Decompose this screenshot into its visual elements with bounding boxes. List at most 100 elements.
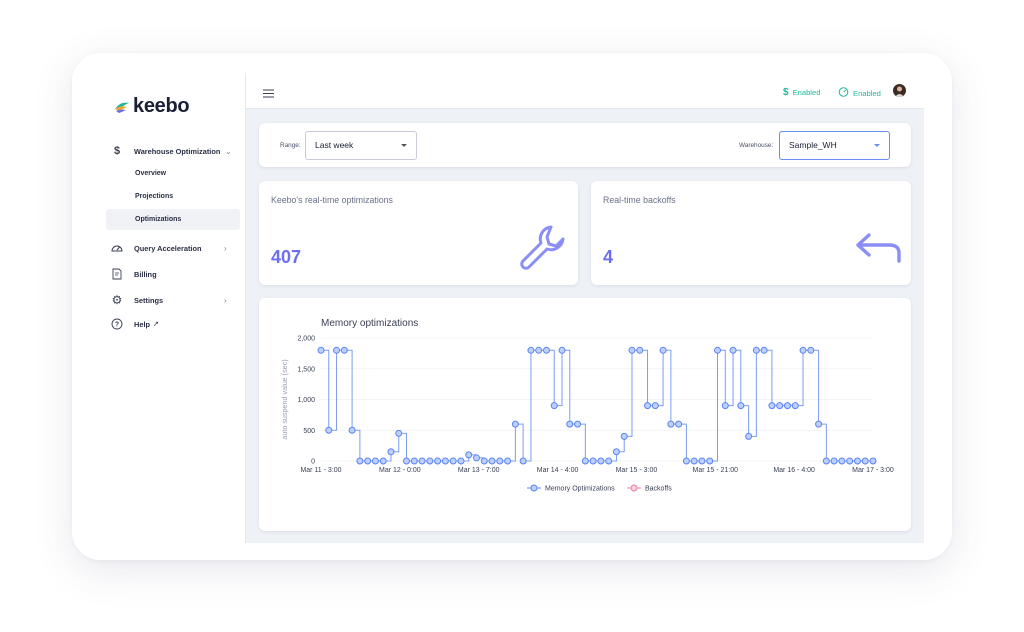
legend-label: Memory Optimizations	[545, 486, 615, 493]
sidebar-item-query-acceleration[interactable]: Query Acceleration ›	[108, 243, 227, 253]
data-point	[698, 457, 706, 465]
dropdown-arrow-icon	[401, 144, 407, 147]
x-tick-label: Mar 15 - 3:00	[616, 467, 658, 474]
card-title: Real-time backoffs	[603, 195, 676, 205]
data-point	[675, 420, 683, 428]
y-tick-label: 0	[311, 459, 315, 466]
data-point	[659, 346, 667, 354]
data-point	[667, 420, 675, 428]
data-point	[441, 457, 449, 465]
data-point	[581, 457, 589, 465]
cost-status[interactable]: $ Enabled	[783, 87, 820, 98]
chevron-right-icon: ›	[224, 243, 227, 253]
legend-swatch-marker	[530, 484, 538, 492]
data-point	[325, 426, 333, 434]
x-tick-label: Mar 12 - 0:00	[379, 467, 421, 474]
keebo-logo-icon	[115, 102, 129, 113]
data-point	[371, 457, 379, 465]
data-point	[364, 457, 372, 465]
range-select[interactable]: Last week	[305, 131, 417, 160]
data-point	[480, 457, 488, 465]
menu-icon[interactable]	[263, 85, 274, 103]
data-point	[737, 402, 745, 410]
legend-swatch-marker	[630, 484, 638, 492]
sidebar-item-warehouse-optimization[interactable]: $ Warehouse Optimization ⌄	[108, 145, 232, 157]
data-point	[644, 402, 652, 410]
data-point	[620, 432, 628, 440]
logo: keebo	[114, 95, 190, 118]
data-point	[760, 346, 768, 354]
gear-icon: ⚙	[111, 293, 123, 307]
data-point	[387, 448, 395, 456]
backoffs-card: Real-time backoffs 4	[591, 181, 911, 285]
data-point	[418, 457, 426, 465]
sidebar-item-label: Billing	[134, 269, 157, 279]
sidebar-item-label: Query Acceleration	[134, 243, 202, 253]
y-tick-label: 2,000	[297, 336, 315, 343]
sidebar-subitem-projections[interactable]: Projections	[135, 193, 173, 200]
data-point	[752, 346, 760, 354]
data-point	[434, 457, 442, 465]
data-point	[379, 457, 387, 465]
avatar[interactable]	[893, 84, 906, 97]
data-point	[706, 457, 714, 465]
sidebar-item-label: Settings	[134, 295, 164, 305]
data-point	[776, 402, 784, 410]
dollar-icon: $	[113, 145, 121, 157]
warehouse-select[interactable]: Sample_WH	[779, 131, 890, 160]
data-point	[395, 429, 403, 437]
performance-status-label: Enabled	[853, 88, 881, 98]
data-point	[535, 346, 543, 354]
data-point	[690, 457, 698, 465]
x-tick-label: Mar 14 - 4:00	[537, 467, 579, 474]
sidebar-item-billing[interactable]: Billing	[108, 268, 157, 280]
sidebar-item-settings[interactable]: ⚙ Settings ›	[108, 293, 227, 307]
data-point	[550, 402, 558, 410]
chevron-down-icon: ⌄	[225, 146, 232, 156]
legend-label: Backoffs	[645, 486, 672, 493]
data-point	[558, 346, 566, 354]
data-point	[574, 420, 582, 428]
sidebar-item-label: Help	[134, 319, 151, 329]
speedometer-icon	[108, 243, 126, 253]
x-tick-label: Mar 17 - 3:00	[852, 467, 894, 474]
sidebar-item-help[interactable]: ? Help ↗	[108, 318, 159, 330]
data-point	[511, 420, 519, 428]
data-point	[527, 346, 535, 354]
sidebar-subitem-optimizations[interactable]: Optimizations	[135, 216, 181, 223]
data-point	[542, 346, 550, 354]
data-point	[869, 457, 877, 465]
help-circle-icon: ?	[108, 318, 126, 330]
top-bar: $ Enabled Enabled	[246, 73, 924, 109]
data-point	[830, 457, 838, 465]
data-point	[783, 402, 791, 410]
data-point	[714, 346, 722, 354]
sidebar-item-label: Warehouse Optimization	[134, 146, 221, 156]
logo-text: keebo	[133, 95, 190, 117]
wrench-icon	[520, 225, 565, 270]
external-link-icon: ↗	[153, 321, 159, 328]
performance-status[interactable]: Enabled	[838, 87, 881, 99]
card-title: Keebo's real-time optimizations	[271, 195, 393, 205]
warehouse-value: Sample_WH	[789, 140, 837, 150]
data-point	[519, 457, 527, 465]
data-point	[729, 346, 737, 354]
data-point	[457, 457, 465, 465]
data-point	[612, 448, 620, 456]
data-point	[682, 457, 690, 465]
data-point	[504, 457, 512, 465]
data-point	[721, 402, 729, 410]
data-point	[356, 457, 364, 465]
sidebar-subitem-overview[interactable]: Overview	[135, 170, 166, 177]
data-point	[822, 457, 830, 465]
data-point	[496, 457, 504, 465]
filter-bar: Range: Last week Warehouse: Sample_WH	[259, 123, 911, 167]
backoffs-count: 4	[603, 247, 614, 267]
data-point	[651, 402, 659, 410]
y-axis-label: auto suspend value (sec)	[280, 359, 289, 439]
x-tick-label: Mar 16 - 4:00	[773, 467, 815, 474]
data-point	[472, 454, 480, 462]
data-point	[636, 346, 644, 354]
y-tick-label: 1,500	[297, 366, 315, 373]
svg-text:?: ?	[115, 322, 119, 329]
